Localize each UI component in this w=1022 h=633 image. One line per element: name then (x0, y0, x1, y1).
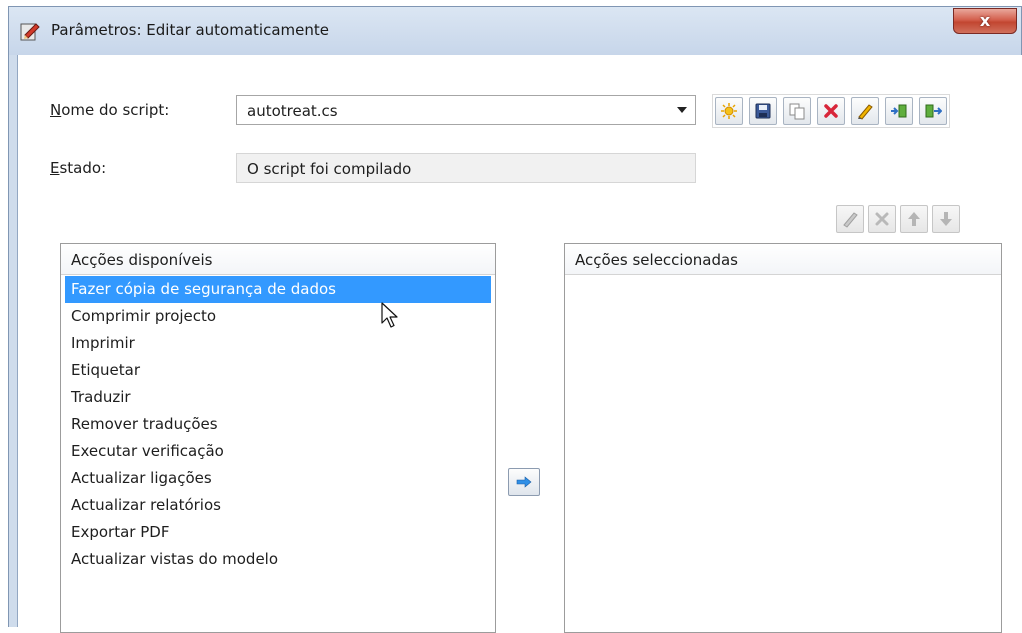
move-down-icon (940, 212, 952, 226)
save-script-button[interactable] (749, 97, 777, 125)
script-name-label: Nome do script: (50, 101, 170, 119)
script-name-value: autotreat.cs (247, 102, 338, 120)
remove-action-icon (875, 212, 889, 226)
available-actions-header: Acções disponíveis (61, 244, 495, 275)
move-up-icon (908, 212, 920, 226)
import-icon (891, 104, 907, 118)
state-field: O script foi compilado (236, 153, 696, 183)
script-name-select[interactable]: autotreat.cs (236, 95, 696, 125)
selected-actions-title: Acções seleccionadas (575, 251, 738, 269)
selected-actions-header: Acções seleccionadas (565, 244, 1001, 275)
delete-icon (824, 104, 838, 118)
app-icon (20, 23, 40, 41)
title-bar[interactable]: Parâmetros: Editar automaticamente x (9, 7, 1021, 55)
edit-icon (858, 104, 873, 120)
edit-action-icon (843, 212, 858, 228)
delete-script-button[interactable] (817, 97, 845, 125)
state-value: O script foi compilado (247, 160, 412, 178)
add-action-button[interactable] (508, 468, 540, 496)
move-down-button[interactable] (932, 205, 960, 233)
available-action-item[interactable]: Imprimir (65, 330, 491, 357)
available-actions-items: Fazer cópia de segurança de dados Comprim… (65, 276, 491, 573)
save-icon (755, 103, 771, 119)
edit-script-button[interactable] (851, 97, 879, 125)
available-action-item[interactable]: Etiquetar (65, 357, 491, 384)
available-action-item[interactable]: Fazer cópia de segurança de dados (65, 276, 491, 303)
available-actions-list[interactable]: Acções disponíveis Fazer cópia de segura… (60, 243, 496, 633)
actions-toolbar (836, 205, 960, 233)
copy-script-button[interactable] (783, 97, 811, 125)
remove-action-button[interactable] (868, 205, 896, 233)
close-button[interactable]: x (953, 8, 1017, 34)
chevron-down-icon[interactable] (677, 107, 687, 113)
dialog-client-area: Nome do script: autotreat.cs Estado: O s… (17, 55, 1022, 633)
available-action-item[interactable]: Actualizar ligações (65, 465, 491, 492)
available-action-item[interactable]: Actualizar relatórios (65, 492, 491, 519)
import-script-button[interactable] (885, 97, 913, 125)
edit-action-button[interactable] (836, 205, 864, 233)
mouse-cursor-icon (381, 302, 398, 328)
move-up-button[interactable] (900, 205, 928, 233)
window-title: Parâmetros: Editar automaticamente (51, 21, 329, 39)
script-toolbar (712, 94, 950, 128)
new-icon (721, 103, 737, 119)
close-icon: x (979, 11, 991, 30)
arrow-right-icon (516, 476, 532, 488)
available-action-item[interactable]: Actualizar vistas do modelo (65, 546, 491, 573)
available-action-item[interactable]: Traduzir (65, 384, 491, 411)
export-script-button[interactable] (919, 97, 947, 125)
available-actions-title: Acções disponíveis (71, 251, 213, 269)
copy-icon (789, 103, 805, 120)
available-action-item[interactable]: Comprimir projecto (65, 303, 491, 330)
available-action-item[interactable]: Executar verificação (65, 438, 491, 465)
export-icon (925, 104, 942, 118)
state-label: Estado: (50, 159, 107, 177)
selected-actions-list[interactable]: Acções seleccionadas (564, 243, 1002, 633)
dialog-window: Parâmetros: Editar automaticamente x Nom… (8, 6, 1022, 633)
new-script-button[interactable] (715, 97, 743, 125)
available-action-item[interactable]: Exportar PDF (65, 519, 491, 546)
available-action-item[interactable]: Remover traduções (65, 411, 491, 438)
